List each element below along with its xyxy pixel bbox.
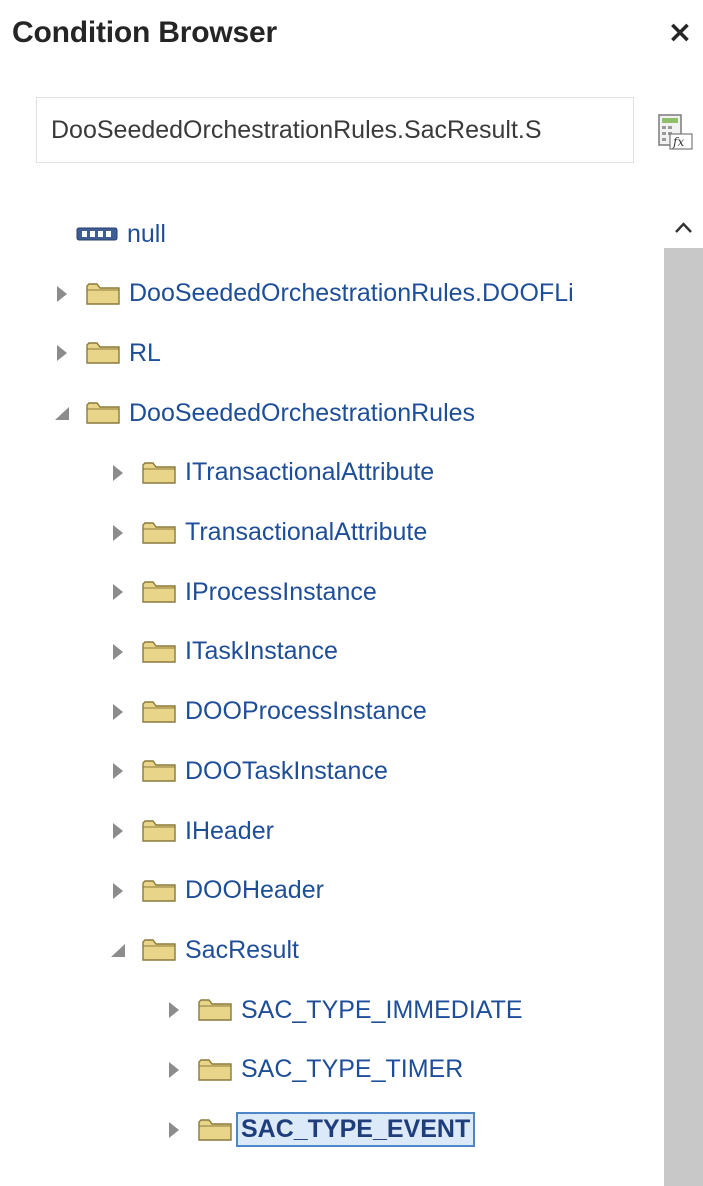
chevron-up-icon [675, 222, 692, 233]
expand-arrow-icon[interactable] [108, 761, 128, 781]
tree-item[interactable]: SAC_TYPE_EVENT [164, 1108, 476, 1152]
tree-item-label[interactable]: null [127, 220, 166, 249]
expand-arrow-icon[interactable] [108, 881, 128, 901]
expand-arrow-icon[interactable] [164, 1120, 184, 1140]
collapse-arrow-icon[interactable] [108, 940, 128, 960]
condition-browser-panel: Condition Browser × fx null DooSeededOrch… [0, 0, 703, 1186]
expand-arrow-icon[interactable] [164, 1000, 184, 1020]
folder-icon [142, 700, 176, 724]
tree-item[interactable]: null [52, 212, 166, 256]
tree-item[interactable]: TransactionalAttribute [108, 511, 427, 555]
expand-arrow-icon[interactable] [164, 1060, 184, 1080]
tree-item-label[interactable]: DOOHeader [185, 876, 324, 905]
folder-icon [142, 759, 176, 783]
expand-arrow-icon[interactable] [52, 284, 72, 304]
folder-icon [142, 879, 176, 903]
tree-item-label[interactable]: ITaskInstance [185, 637, 338, 666]
tree-item[interactable]: RL [52, 331, 161, 375]
tree-item[interactable]: ITaskInstance [108, 630, 338, 674]
tree-item[interactable]: DOOHeader [108, 869, 324, 913]
tree-item[interactable]: ITransactionalAttribute [108, 451, 434, 495]
tree-item[interactable]: DOOProcessInstance [108, 690, 427, 734]
expand-arrow-icon[interactable] [108, 642, 128, 662]
vertical-scrollbar[interactable] [664, 200, 703, 1186]
tree-item-label[interactable]: DooSeededOrchestrationRules.DOOFLi [129, 279, 574, 308]
tree-item-label[interactable]: RL [129, 339, 161, 368]
folder-icon [142, 521, 176, 545]
folder-icon [86, 282, 120, 306]
folder-icon [142, 938, 176, 962]
svg-text:fx: fx [672, 135, 684, 149]
tree-item-label[interactable]: ITransactionalAttribute [185, 458, 434, 487]
folder-icon [142, 819, 176, 843]
folder-icon [142, 580, 176, 604]
collapse-arrow-icon[interactable] [52, 403, 72, 423]
tree-item-label[interactable]: DooSeededOrchestrationRules [129, 399, 475, 428]
tree-item[interactable]: SAC_TYPE_TIMER [164, 1048, 463, 1092]
tree-item-label[interactable]: IProcessInstance [185, 578, 377, 607]
expand-arrow-icon[interactable] [108, 523, 128, 543]
tree-item-label[interactable]: SAC_TYPE_IMMEDIATE [241, 996, 523, 1025]
scrollbar-track[interactable] [664, 248, 703, 1186]
folder-icon [198, 1118, 232, 1142]
folder-icon [86, 401, 120, 425]
scroll-up-button[interactable] [664, 200, 703, 248]
tree-item[interactable]: SacResult [108, 928, 299, 972]
tree-item[interactable]: IProcessInstance [108, 570, 377, 614]
tree-item[interactable]: SAC_TYPE_IMMEDIATE [164, 988, 523, 1032]
expand-arrow-icon[interactable] [108, 821, 128, 841]
tree-item-label[interactable]: TransactionalAttribute [185, 518, 427, 547]
tree-item-label[interactable]: SacResult [185, 936, 299, 965]
folder-icon [198, 998, 232, 1022]
tree-item[interactable]: DOOTaskInstance [108, 749, 388, 793]
tree-item-label[interactable]: DOOProcessInstance [185, 697, 427, 726]
tree-item-label-selected[interactable]: SAC_TYPE_EVENT [236, 1112, 476, 1147]
expand-arrow-icon[interactable] [108, 702, 128, 722]
condition-tree: null DooSeededOrchestrationRules.DOOFLi RL… [0, 200, 664, 1186]
expression-builder-icon: fx [658, 114, 693, 150]
xyz-type-icon [76, 227, 118, 241]
tree-item-label[interactable]: IHeader [185, 817, 274, 846]
tree-item-label[interactable]: SAC_TYPE_TIMER [241, 1055, 463, 1084]
expand-arrow-icon[interactable] [108, 463, 128, 483]
expression-builder-button[interactable]: fx [656, 112, 696, 152]
tree-item[interactable]: DooSeededOrchestrationRules.DOOFLi [52, 272, 574, 316]
panel-title: Condition Browser [12, 16, 277, 49]
tree-item[interactable]: DooSeededOrchestrationRules [52, 391, 475, 435]
condition-path-input[interactable] [36, 97, 634, 163]
folder-icon [198, 1058, 232, 1082]
tree-item-label[interactable]: DOOTaskInstance [185, 757, 388, 786]
tree-item[interactable]: IHeader [108, 809, 274, 853]
folder-icon [86, 341, 120, 365]
folder-icon [142, 640, 176, 664]
expand-arrow-icon[interactable] [108, 582, 128, 602]
folder-icon [142, 461, 176, 485]
expand-arrow-icon[interactable] [52, 343, 72, 363]
close-icon[interactable]: × [665, 18, 695, 48]
